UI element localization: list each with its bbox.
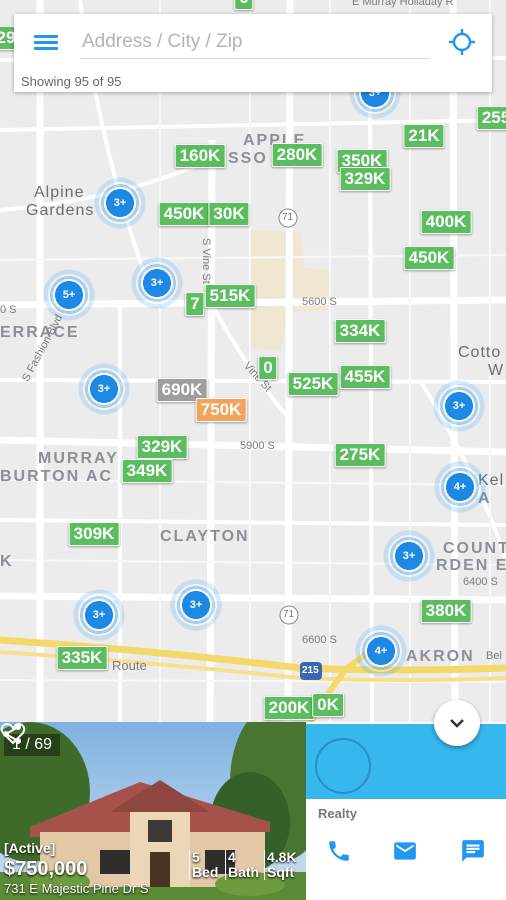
cluster-marker[interactable]: 3+ bbox=[69, 585, 129, 645]
area-label: Gardens bbox=[26, 202, 95, 219]
price-marker[interactable]: 450K bbox=[403, 246, 455, 270]
area-label: Alpine bbox=[34, 184, 85, 201]
price-marker[interactable]: 455K bbox=[339, 365, 391, 389]
area-label: SSO bbox=[228, 150, 268, 167]
cluster-marker[interactable]: 4+ bbox=[351, 621, 411, 681]
price-marker[interactable]: 30K bbox=[208, 202, 250, 226]
menu-icon[interactable] bbox=[34, 32, 58, 52]
agent-card[interactable]: Realty bbox=[306, 722, 506, 900]
sqft-stat: 4.8K Sqft bbox=[264, 850, 297, 880]
price-marker[interactable]: 329K bbox=[136, 435, 188, 459]
area-label: CLAYTON bbox=[160, 528, 250, 545]
listing-status: [Active] bbox=[4, 840, 56, 856]
route-shield-label: 71 bbox=[282, 212, 294, 223]
sqft-value: 4.8K bbox=[267, 849, 297, 865]
street-label: 6600 S bbox=[302, 634, 337, 646]
price-marker[interactable]: 21K bbox=[403, 124, 445, 148]
area-label: BURTON AC bbox=[0, 468, 114, 485]
street-label: 0 S bbox=[0, 304, 17, 316]
baths-value: 4 bbox=[228, 849, 236, 865]
route-shield-label: 71 bbox=[283, 609, 295, 620]
search-input[interactable] bbox=[80, 26, 430, 59]
cluster-marker[interactable]: 3+ bbox=[74, 359, 134, 419]
listing-price: $750,000 bbox=[4, 858, 88, 880]
area-label: RDEN E bbox=[436, 557, 506, 574]
area-label: AKRON bbox=[406, 648, 475, 665]
price-marker[interactable]: 200K bbox=[263, 696, 315, 720]
price-marker[interactable]: 275K bbox=[334, 443, 386, 467]
cluster-marker[interactable]: 5+ bbox=[39, 265, 99, 325]
beds-stat: 5 Bed bbox=[189, 850, 218, 880]
email-icon[interactable] bbox=[392, 838, 418, 864]
cluster-marker[interactable]: 3+ bbox=[379, 526, 439, 586]
price-marker[interactable]: 380K bbox=[420, 599, 472, 623]
beds-value: 5 bbox=[192, 849, 200, 865]
price-marker[interactable]: 160K bbox=[174, 144, 226, 168]
listing-address: 731 E Majestic Pine Dr S bbox=[4, 881, 149, 896]
area-label: COUNT bbox=[443, 540, 506, 557]
cluster-marker[interactable]: 3+ bbox=[90, 173, 150, 233]
street-label: 6400 S bbox=[463, 576, 498, 588]
agent-company: Realty bbox=[318, 806, 358, 821]
collapse-button[interactable] bbox=[434, 700, 480, 746]
area-label: MURRAY bbox=[38, 450, 119, 467]
price-marker[interactable]: 309K bbox=[68, 522, 120, 546]
cluster-marker[interactable]: 3+ bbox=[127, 253, 187, 313]
price-marker[interactable]: 255 bbox=[476, 106, 506, 130]
price-marker[interactable]: 450K bbox=[158, 202, 210, 226]
price-marker[interactable]: 0K bbox=[312, 693, 344, 717]
street-label: E Murray Holladay R bbox=[352, 0, 454, 8]
price-marker[interactable]: 7 bbox=[185, 292, 205, 316]
phone-icon[interactable] bbox=[326, 838, 352, 864]
price-marker[interactable]: 349K bbox=[121, 459, 173, 483]
price-marker[interactable]: 329K bbox=[339, 167, 391, 191]
beds-label: Bed bbox=[192, 864, 219, 880]
baths-label: Bath bbox=[228, 864, 260, 880]
area-label: K bbox=[0, 553, 14, 570]
street-label: 5900 S bbox=[240, 440, 275, 452]
listing-photo[interactable]: 1 / 69 [Active] $750,000 731 E Majestic … bbox=[0, 722, 306, 900]
price-marker[interactable]: 280K bbox=[271, 143, 323, 167]
price-marker[interactable]: 515K bbox=[204, 284, 256, 308]
agent-avatar bbox=[315, 738, 371, 794]
price-marker[interactable]: 335K bbox=[56, 646, 108, 670]
price-marker[interactable]: 0 bbox=[234, 0, 254, 10]
street-label: Bel bbox=[486, 650, 502, 662]
interstate-shield-label: 215 bbox=[302, 665, 319, 676]
street-label: Route bbox=[112, 658, 147, 673]
search-bar: Showing 95 of 95 bbox=[14, 14, 492, 92]
map-view[interactable]: APPLE SSO Alpine Gardens ERRACE MURRAY B… bbox=[0, 0, 506, 722]
sqft-label: Sqft bbox=[267, 864, 295, 880]
price-marker[interactable]: 0 bbox=[258, 356, 278, 380]
area-label: W bbox=[488, 362, 505, 379]
street-label: 5600 S bbox=[302, 296, 337, 308]
price-marker-selected[interactable]: 750K bbox=[195, 398, 247, 422]
heart-icon[interactable] bbox=[0, 722, 26, 746]
price-marker[interactable]: 525K bbox=[287, 372, 339, 396]
street-label: S Vine St bbox=[200, 238, 212, 284]
area-label: Cotto bbox=[458, 344, 502, 361]
price-marker[interactable]: 334K bbox=[334, 319, 386, 343]
chat-icon[interactable] bbox=[460, 838, 486, 864]
chevron-down-icon bbox=[450, 719, 464, 728]
baths-stat: 4 Bath bbox=[225, 850, 259, 880]
cluster-marker[interactable]: 4+ bbox=[430, 457, 490, 517]
cluster-marker[interactable]: 3+ bbox=[429, 376, 489, 436]
results-count: Showing 95 of 95 bbox=[21, 74, 122, 89]
my-location-icon[interactable] bbox=[448, 28, 476, 56]
cluster-marker[interactable]: 3+ bbox=[166, 575, 226, 635]
price-marker[interactable]: 400K bbox=[420, 210, 472, 234]
listing-panel: 1 / 69 [Active] $750,000 731 E Majestic … bbox=[0, 722, 506, 900]
